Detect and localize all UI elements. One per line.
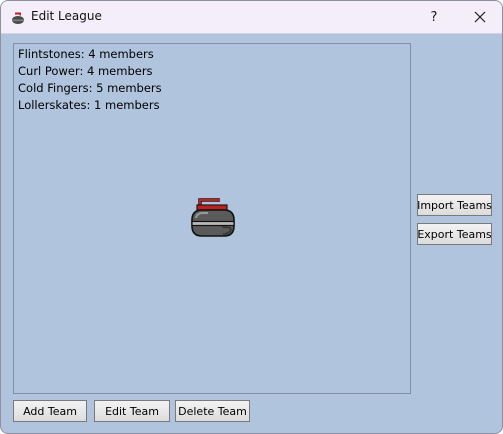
window-title: Edit League: [31, 9, 102, 23]
team-list[interactable]: Flintstones: 4 members Curl Power: 4 mem…: [13, 43, 411, 394]
team-list-item[interactable]: Flintstones: 4 members: [18, 46, 154, 62]
help-icon: ?: [430, 9, 438, 25]
add-team-button[interactable]: Add Team: [13, 400, 87, 422]
title-bar[interactable]: Edit League ?: [1, 1, 502, 34]
delete-team-button[interactable]: Delete Team: [175, 400, 250, 422]
edit-league-window: Edit League ? Flintstones: 4 members Cur…: [0, 0, 503, 434]
export-teams-button[interactable]: Export Teams: [417, 223, 492, 245]
curling-stone-icon: [11, 10, 25, 24]
team-list-item[interactable]: Curl Power: 4 members: [18, 63, 153, 79]
team-list-item[interactable]: Cold Fingers: 5 members: [18, 80, 162, 96]
help-button[interactable]: ?: [411, 1, 457, 33]
close-button[interactable]: [457, 1, 502, 33]
curling-stone-icon: [191, 198, 235, 237]
close-icon: [474, 11, 486, 23]
edit-team-button[interactable]: Edit Team: [94, 400, 170, 422]
team-list-item[interactable]: Lollerskates: 1 members: [18, 97, 160, 113]
import-teams-button[interactable]: Import Teams: [417, 194, 492, 216]
